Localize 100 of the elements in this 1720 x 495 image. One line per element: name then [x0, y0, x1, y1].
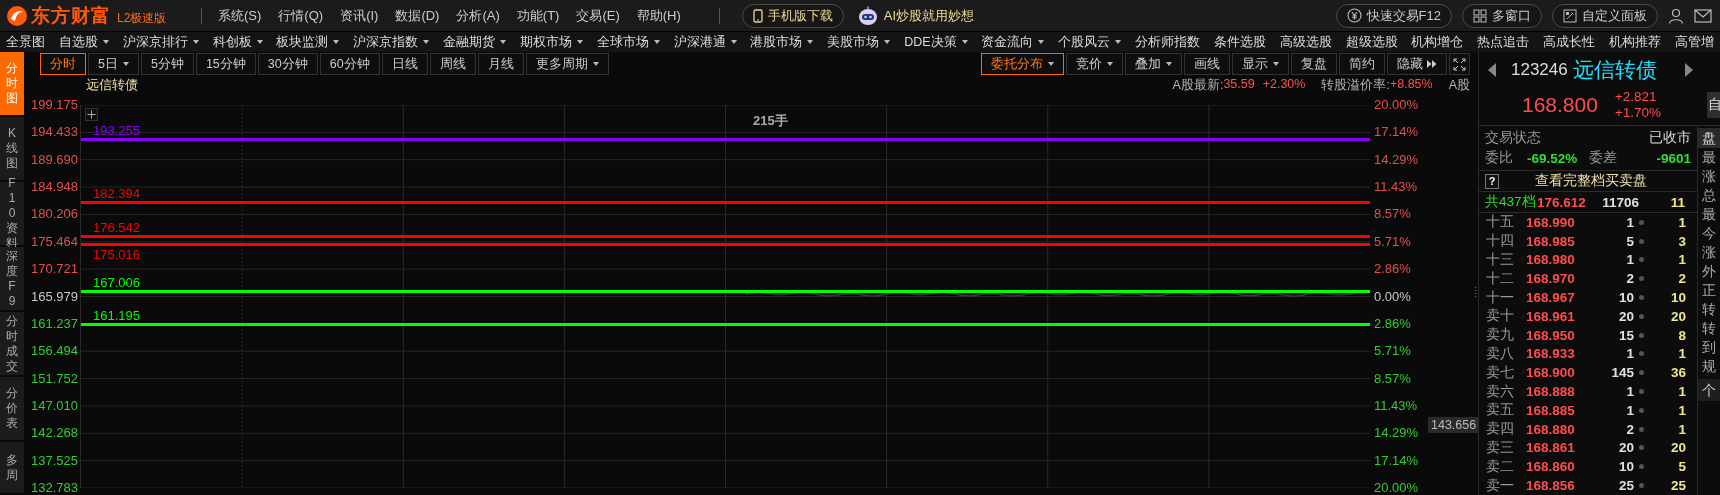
period-tab[interactable]: 周线 — [429, 53, 476, 75]
chart-view-tab[interactable]: 深度F9 — [0, 247, 24, 312]
right-arrow-icon[interactable] — [1684, 63, 1693, 77]
ask-price: 168.885 — [1526, 402, 1576, 418]
nav-menu-item[interactable]: 板块监测 — [276, 33, 340, 51]
price-level-line[interactable] — [81, 323, 1370, 327]
price-level-label: 193.255 — [93, 124, 140, 138]
ask-level-label: 十二 — [1486, 269, 1515, 288]
user-icon[interactable] — [1668, 7, 1684, 24]
menu-item[interactable]: 分析(A) — [456, 6, 500, 25]
fullscreen-button[interactable] — [1449, 53, 1470, 75]
nav-menu-item[interactable]: 沪深京排行 — [122, 33, 199, 51]
nav-menu-item[interactable]: 金融期货 — [443, 33, 507, 51]
period-tab[interactable]: 日线 — [381, 53, 428, 75]
price-level-line[interactable] — [81, 289, 1370, 293]
period-tab[interactable]: 5日 — [88, 53, 139, 75]
period-tab[interactable]: 月线 — [477, 53, 524, 75]
menu-item[interactable]: 行情(Q) — [278, 6, 324, 25]
nav-menu-item[interactable]: DDE决策 — [904, 33, 968, 51]
mobile-download-button[interactable]: 手机版下载 — [741, 3, 844, 28]
nav-menu-item[interactable]: 全景图 — [6, 33, 45, 51]
mail-icon[interactable] — [1694, 8, 1712, 23]
quote-info-text: +8.85% — [1389, 76, 1433, 93]
chart-tool-button[interactable]: 复盘 — [1291, 53, 1337, 75]
period-tab[interactable]: 60分钟 — [319, 53, 380, 75]
chart-tool-button[interactable]: 委托分布 — [981, 53, 1064, 75]
nav-menu-item[interactable]: 条件选股 — [1213, 33, 1266, 51]
fullscreen-icon — [1453, 57, 1466, 71]
nav-menu-item[interactable]: 超级选股 — [1345, 33, 1398, 51]
chart-tool-button[interactable]: 竞价 — [1066, 53, 1123, 75]
period-tab[interactable]: 分时 — [40, 53, 86, 75]
nav-menu-item[interactable]: 沪深港通 — [673, 33, 737, 51]
percent-axis-label: 11.43% — [1374, 180, 1418, 195]
ask-volume: 1 — [1625, 384, 1634, 400]
nav-menu-item[interactable]: 机构增仓 — [1411, 33, 1464, 51]
nav-menu-item[interactable]: 高级选股 — [1279, 33, 1332, 51]
ask-order-count: 25 — [1669, 478, 1686, 494]
menu-item[interactable]: 数据(D) — [395, 6, 440, 25]
security-code: 123246 — [1511, 60, 1568, 80]
percent-axis-label: 14.29% — [1374, 426, 1419, 441]
price-change-percent: +1.70% — [1614, 105, 1662, 121]
chart-tool-button[interactable]: 隐藏 — [1387, 53, 1447, 75]
nav-menu-item[interactable]: 科创板 — [212, 33, 263, 51]
help-button[interactable]: ? — [1485, 173, 1499, 189]
ask-order-count: 1 — [1677, 214, 1686, 230]
quote-info-text: +2.30% — [1262, 76, 1306, 93]
side-panel-button[interactable]: 自 — [1707, 92, 1720, 118]
side-panel-footer[interactable]: 个 — [1698, 379, 1720, 401]
ask-order-count: 5 — [1677, 459, 1686, 475]
ratio-value: -69.52% — [1527, 150, 1578, 166]
chart-view-tab[interactable]: 分时成交 — [0, 312, 24, 377]
nav-menu-item[interactable]: 个股风云 — [1058, 33, 1122, 51]
menu-item[interactable]: 功能(T) — [516, 6, 560, 25]
nav-menu-item[interactable]: 热点追击 — [1477, 33, 1530, 51]
menu-item[interactable]: 帮助(H) — [636, 6, 681, 25]
chart-tool-button[interactable]: 简约 — [1339, 53, 1385, 75]
full-order-book-link[interactable]: 查看完整档买卖盘 — [1535, 172, 1647, 190]
nav-menu-item[interactable]: 分析师指数 — [1135, 33, 1201, 51]
price-level-label: 182.394 — [93, 186, 140, 200]
nav-menu-item[interactable]: 高管增 — [1674, 33, 1714, 51]
volume-label: 215手 — [753, 112, 788, 130]
menu-item[interactable]: 资讯(I) — [340, 6, 379, 25]
menu-item[interactable]: 系统(S) — [218, 6, 262, 25]
crosshair-plus-icon[interactable] — [85, 108, 98, 121]
ask-order-count: 20 — [1669, 440, 1686, 456]
ask-order-count: 1 — [1677, 252, 1686, 268]
ask-order-count: 1 — [1677, 421, 1686, 437]
chart-tool-button[interactable]: 显示 — [1232, 53, 1289, 75]
ask-price: 168.985 — [1526, 233, 1576, 249]
nav-menu-item[interactable]: 自选股 — [58, 33, 109, 51]
nav-menu-item[interactable]: 港股市场 — [750, 33, 814, 51]
quick-trade-button[interactable]: 快速交易F12 — [1335, 3, 1452, 28]
grip-icon[interactable] — [1474, 286, 1477, 298]
menu-item[interactable]: 交易(E) — [576, 6, 620, 25]
ask-price: 168.860 — [1526, 459, 1576, 475]
nav-menu-item[interactable]: 全球市场 — [596, 33, 660, 51]
chart-tool-button[interactable]: 叠加 — [1125, 53, 1182, 75]
side-panel-tab[interactable]: 盘 — [1698, 128, 1720, 148]
period-tab[interactable]: 更多周期 — [525, 53, 609, 75]
nav-menu-item[interactable]: 资金流向 — [981, 33, 1045, 51]
custom-panel-button[interactable]: 自定义面板 — [1552, 3, 1658, 28]
period-tab[interactable]: 15分钟 — [195, 53, 256, 75]
ask-price: 168.980 — [1526, 252, 1576, 268]
nav-menu-item[interactable]: 机构推荐 — [1608, 33, 1661, 51]
nav-menu-item[interactable]: 高成长性 — [1543, 33, 1596, 51]
dot-icon — [1638, 313, 1644, 319]
left-arrow-icon[interactable] — [1488, 63, 1497, 77]
price-axis-label: 151.752 — [30, 371, 78, 386]
price-axis-label: 170.721 — [30, 262, 78, 277]
nav-menu-item[interactable]: 沪深京指数 — [353, 33, 430, 51]
nav-menu-item[interactable]: 期权市场 — [519, 33, 583, 51]
nav-menu-item[interactable]: 美股市场 — [827, 33, 891, 51]
period-tab[interactable]: 5分钟 — [140, 53, 194, 75]
period-tab[interactable]: 30分钟 — [257, 53, 318, 75]
price-axis-label: 180.206 — [30, 207, 78, 222]
ask-volume: 1 — [1625, 252, 1634, 268]
multi-window-button[interactable]: 多窗口 — [1462, 3, 1542, 28]
ask-price: 168.856 — [1526, 478, 1576, 494]
ai-promo-link[interactable]: AI炒股就用妙想 — [851, 4, 980, 27]
chart-tool-button[interactable]: 画线 — [1184, 53, 1230, 75]
